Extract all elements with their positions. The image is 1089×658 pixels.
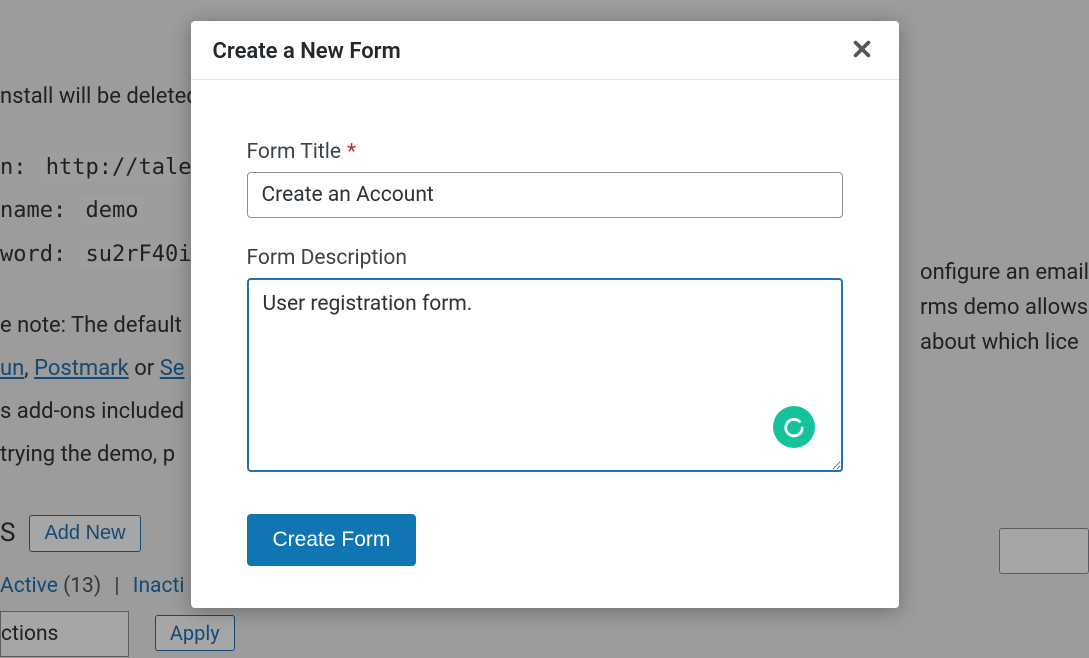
create-form-button[interactable]: Create Form [247,514,417,566]
modal-overlay: Create a New Form Form Title* Form Descr… [0,0,1089,658]
create-form-modal: Create a New Form Form Title* Form Descr… [191,21,899,608]
modal-title: Create a New Form [213,39,401,64]
modal-body: Form Title* Form Description Create Form [191,80,899,608]
form-description-input[interactable] [247,278,843,472]
form-title-group: Form Title* [247,140,843,218]
required-marker: * [347,140,356,164]
modal-header: Create a New Form [191,21,899,80]
form-title-input[interactable] [247,172,843,218]
form-description-group: Form Description [247,246,843,476]
close-icon[interactable] [847,37,877,65]
grammarly-icon[interactable] [773,406,815,448]
form-title-label: Form Title* [247,140,843,164]
form-description-label: Form Description [247,246,843,270]
